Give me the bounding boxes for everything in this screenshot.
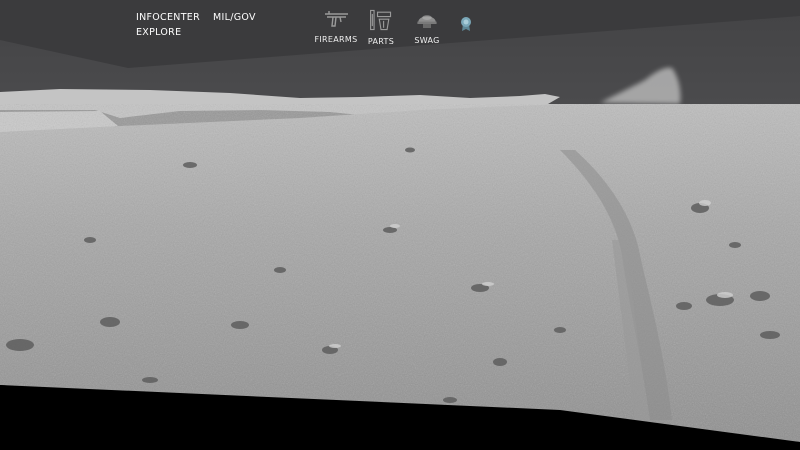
category-swag[interactable]: SWAG: [412, 7, 442, 45]
helmet-icon: [417, 15, 437, 28]
nav-explore-link[interactable]: EXPLORE: [136, 27, 181, 38]
category-parts[interactable]: PARTS: [364, 6, 398, 46]
rifle-icon: [325, 11, 348, 27]
parts-icon: [370, 9, 392, 31]
category-parts-label: PARTS: [367, 37, 395, 46]
category-firearms-label: FIREARMS: [314, 35, 358, 44]
ribbon-badge-icon: [461, 17, 471, 31]
category-swag-label: SWAG: [414, 36, 440, 45]
panorama-viewer[interactable]: INFOCENTER MIL/GOV EXPLORE FIREARMS PART…: [0, 0, 800, 450]
lunar-landscape[interactable]: [0, 0, 800, 450]
main-nav: INFOCENTER MIL/GOV EXPLORE: [136, 12, 296, 52]
ribbon-badge[interactable]: [460, 16, 472, 32]
nav-infocenter-link[interactable]: INFOCENTER: [136, 12, 200, 23]
nav-milgov-link[interactable]: MIL/GOV: [213, 12, 256, 23]
category-firearms[interactable]: FIREARMS: [314, 6, 358, 44]
